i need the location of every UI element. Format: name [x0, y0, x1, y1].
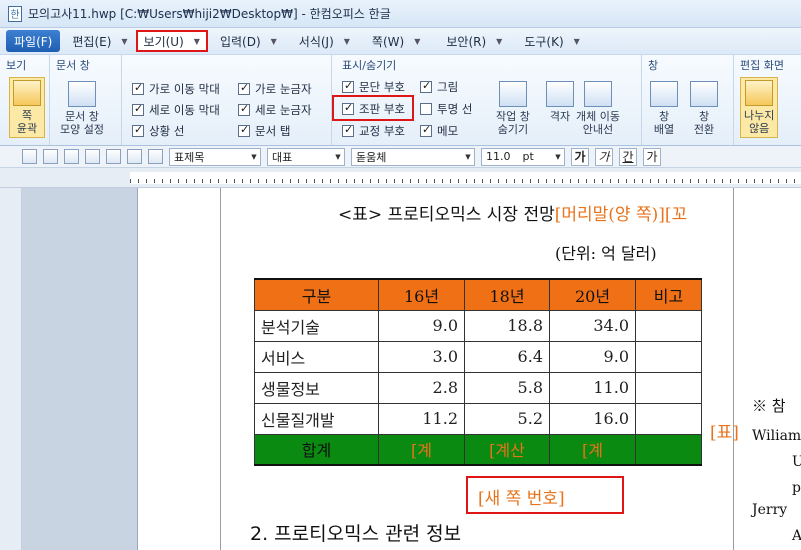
chevron-down-icon: ▼	[193, 36, 200, 46]
right-note-0: ※ 참	[752, 397, 786, 415]
print-icon[interactable]	[85, 149, 100, 164]
cb-edit-mark[interactable]: 교정 부호	[342, 123, 405, 139]
undo-icon[interactable]	[127, 149, 142, 164]
hide-taskpane-button[interactable]: 작업 창 숨기기	[496, 81, 530, 136]
font-size-input[interactable]: 11.0 pt ▼	[481, 147, 565, 166]
title-bar: 한 모의고사11.hwp [C:₩Users₩hiji2₩Desktop₩] -…	[0, 0, 801, 28]
horizontal-ruler[interactable]	[0, 168, 801, 188]
bold-button[interactable]: 가	[571, 147, 589, 166]
no-split-icon	[745, 80, 774, 106]
ruler-scale	[130, 172, 801, 184]
strike-button[interactable]: 가	[643, 147, 661, 166]
chevron-down-icon: ▼	[496, 36, 503, 46]
taskpane-icon	[498, 81, 527, 107]
window-title: 모의고사11.hwp [C:₩Users₩hiji2₩Desktop₩] - 한…	[28, 7, 391, 21]
table-row: 생물정보 2.8 5.8 11.0	[254, 371, 702, 404]
checkmark-doc-icon	[67, 81, 96, 107]
right-note-3: p	[792, 480, 801, 496]
font-select[interactable]: 돋움체 ▼	[351, 147, 475, 166]
menu-view[interactable]: 보기(U) ▼	[135, 30, 208, 52]
redo-icon[interactable]	[148, 149, 163, 164]
vertical-ruler[interactable]	[0, 188, 22, 550]
right-note-2: U	[792, 454, 801, 470]
group-view: 보기 쪽 윤곽	[0, 55, 50, 145]
new-page-number-code[interactable]: [새 쪽 번호]	[478, 484, 565, 509]
control-mark-highlight	[332, 95, 414, 121]
right-note-1: Wiliam	[752, 428, 801, 444]
open-folder-icon[interactable]	[43, 149, 58, 164]
window-switch-icon	[690, 81, 718, 107]
th-note: 비고	[635, 278, 702, 311]
margin-guide-left	[220, 188, 221, 550]
new-doc-icon[interactable]	[22, 149, 37, 164]
chevron-down-icon: ▼	[121, 36, 128, 46]
group-docwin: 문서 창 문서 창 모양 설정	[50, 55, 122, 145]
group-bars: 가로 이동 막대 세로 이동 막대 상황 선 가로 눈금자 세로 눈금자 문서 …	[122, 55, 332, 145]
menu-bar: 파일(F) 편집(E) ▼ 보기(U) ▼ 입력(D) ▼ 서식(J) ▼ 쪽(W) ▼ …	[0, 28, 801, 54]
group-show-hide: 표시/숨기기 문단 부호 조판 부호 교정 부호 그림 투명 선 메모 작업 창…	[332, 55, 642, 145]
cb-para-mark[interactable]: 문단 부호	[342, 79, 405, 95]
preview-icon[interactable]	[106, 149, 121, 164]
format-toolbar: 표제목 ▼ 대표 ▼ 돋움체 ▼ 11.0 pt ▼ 가 가 간 가	[0, 146, 801, 168]
th-20: 20년	[549, 278, 636, 311]
window-arrange-button[interactable]: 창 배열	[650, 81, 678, 136]
table-row: 서비스 3.0 6.4 9.0	[254, 340, 702, 373]
object-guide-icon	[583, 81, 612, 107]
grid-icon	[546, 81, 574, 107]
cb-h-ruler[interactable]: 가로 눈금자	[238, 81, 312, 97]
th-18: 18년	[464, 278, 550, 311]
cb-image[interactable]: 그림	[420, 79, 458, 95]
table-row: 신물질개발 11.2 5.2 16.0	[254, 402, 702, 435]
hwp-app-icon: 한	[8, 5, 22, 22]
object-guide-button[interactable]: 개체 이동 안내선	[576, 81, 620, 136]
italic-button[interactable]: 가	[595, 147, 613, 166]
window-arrange-icon	[650, 81, 678, 107]
unit-label: (단위: 억 달러)	[555, 244, 657, 263]
file-menu-button[interactable]: 파일(F)	[6, 30, 61, 52]
cb-v-ruler[interactable]: 세로 눈금자	[238, 102, 312, 118]
menu-format[interactable]: 서식(J) ▼	[293, 30, 356, 52]
side-table-label: [표]	[710, 423, 739, 443]
menu-tools[interactable]: 도구(K) ▼	[518, 30, 585, 52]
table-row: 분석기술 9.0 18.8 34.0	[254, 309, 702, 342]
ribbon: 보기 쪽 윤곽 문서 창 문서 창 모양 설정 가로 이동 막대 세로 이동 막…	[0, 54, 801, 146]
chevron-down-icon: ▼	[343, 36, 350, 46]
cb-status-line[interactable]: 상황 선	[132, 123, 184, 139]
chevron-down-icon: ▼	[573, 36, 580, 46]
menu-edit[interactable]: 편집(E) ▼	[66, 30, 133, 52]
style-select[interactable]: 표제목 ▼	[169, 147, 261, 166]
section-heading: 2. 프로티오믹스 관련 정보	[250, 523, 462, 545]
right-note-5: A	[792, 528, 801, 544]
lang-select[interactable]: 대표 ▼	[267, 147, 345, 166]
group-window: 창 창 배열 창 전환	[642, 55, 734, 145]
chevron-down-icon: ▼	[414, 36, 421, 46]
menu-insert[interactable]: 입력(D) ▼	[214, 30, 283, 52]
no-split-button[interactable]: 나누지 않음	[740, 77, 779, 138]
market-table[interactable]: 구분 16년 18년 20년 비고 분석기술 9.0 18.8 34.0 서비스…	[254, 278, 702, 466]
th-category: 구분	[254, 278, 379, 311]
th-16: 16년	[378, 278, 465, 311]
table-header-row: 구분 16년 18년 20년 비고	[254, 278, 702, 311]
docwin-setting-button[interactable]: 문서 창 모양 설정	[60, 81, 104, 136]
page-outline-icon	[13, 80, 41, 106]
grid-button[interactable]: 격자	[546, 81, 574, 123]
save-icon[interactable]	[64, 149, 79, 164]
menu-security[interactable]: 보안(R) ▼	[440, 30, 508, 52]
cb-v-scrollbar[interactable]: 세로 이동 막대	[132, 102, 220, 118]
cb-doc-tab[interactable]: 문서 탭	[238, 123, 290, 139]
menu-page[interactable]: 쪽(W) ▼	[366, 30, 426, 52]
margin-guide-right	[733, 188, 734, 550]
right-note-4: Jerry	[752, 502, 788, 518]
table-total-row: 합계 [계 [계산 [계	[254, 433, 702, 466]
cb-memo[interactable]: 메모	[420, 123, 458, 139]
cb-transparent-line[interactable]: 투명 선	[420, 101, 472, 117]
page-outline-button[interactable]: 쪽 윤곽	[9, 77, 45, 138]
window-switch-button[interactable]: 창 전환	[690, 81, 718, 136]
cb-h-scrollbar[interactable]: 가로 이동 막대	[132, 81, 220, 97]
underline-button[interactable]: 간	[619, 147, 637, 166]
chevron-down-icon: ▼	[270, 36, 277, 46]
group-edit-screen: 편집 화면 나누지 않음	[734, 55, 801, 145]
table-caption: <표> 프로티오믹스 시장 전망[머리말(양 쪽)][꼬	[338, 205, 688, 225]
